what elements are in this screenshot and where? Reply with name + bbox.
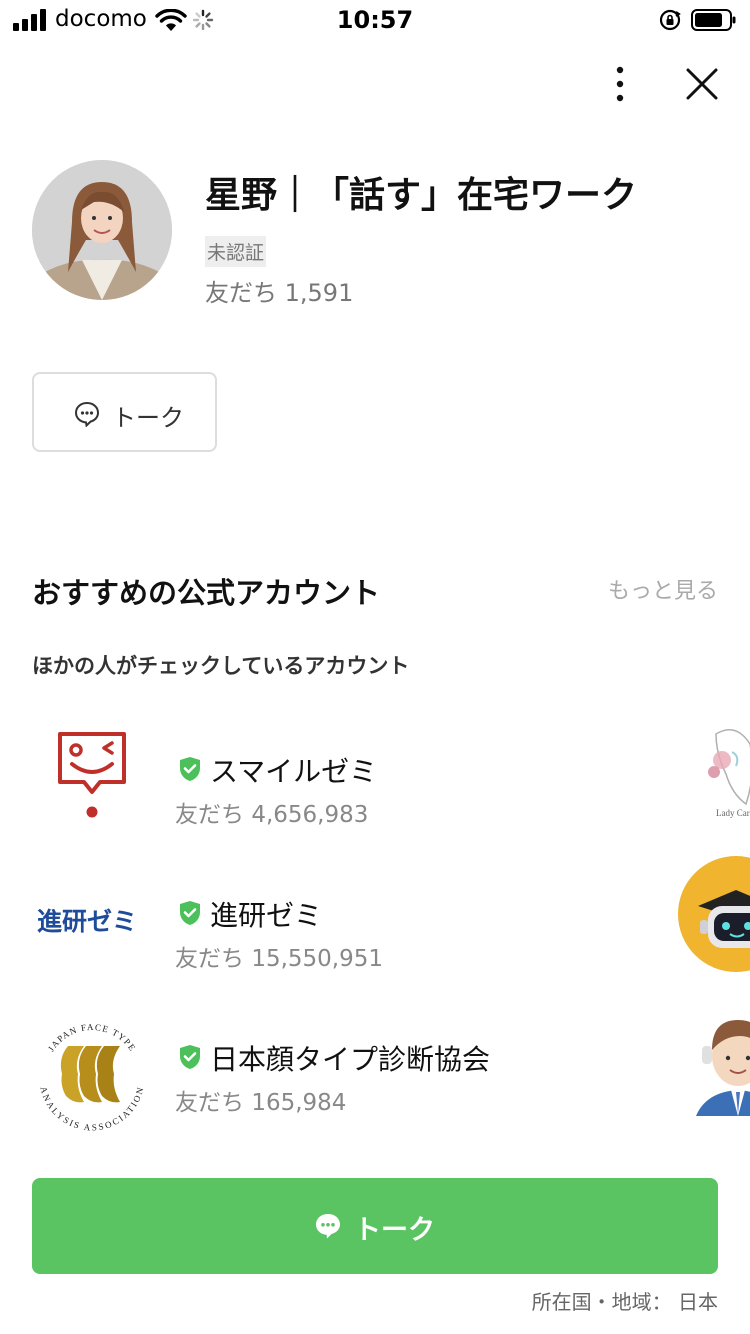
talk-button-label: トーク (354, 1215, 435, 1246)
man-illustration (678, 1000, 750, 1116)
shinken-logo-text: 進研ゼミ (37, 907, 138, 936)
shinken-zemi-logo: 進研ゼミ (32, 872, 152, 992)
close-button[interactable] (680, 62, 724, 106)
account-friends: 友だち 4,656,983 (175, 795, 368, 829)
close-icon (686, 68, 718, 100)
friends-count-value: 15,550,951 (251, 946, 384, 972)
account-item-shinken-zemi[interactable]: 進研ゼミ 進研ゼミ 友だち 15,550,951 (0, 872, 680, 1002)
profile-avatar (32, 160, 172, 300)
profile-name: 星野｜「話す」在宅ワーク (205, 175, 638, 216)
talk-button-label: トーク (112, 404, 184, 432)
profile-friends: 友だち 1,591 (205, 273, 353, 308)
friends-count-value: 4,656,983 (251, 802, 369, 828)
face-type-association-logo: JAPAN FACE TYPE ANALYSIS ASSOCIATION (38, 1022, 144, 1133)
friends-label: 友だち (175, 802, 244, 828)
account-name: 進研ゼミ (210, 899, 323, 932)
lady-illustration: Lady Car (676, 714, 750, 834)
friends-label: 友だち (205, 279, 277, 307)
talk-button-primary[interactable]: トーク (32, 1178, 718, 1274)
verified-shield-icon (180, 757, 200, 781)
friends-count-value: 1,591 (284, 279, 354, 307)
account-name: スマイルゼミ (210, 755, 378, 788)
see-more-link[interactable]: もっと見る (608, 573, 718, 605)
account-name: 日本顔タイプ診断協会 (210, 1043, 491, 1076)
more-options-button[interactable] (600, 62, 640, 106)
avatar-photo (32, 160, 172, 300)
friends-count-value: 165,984 (251, 1090, 347, 1116)
account-item-smile-zemi[interactable]: スマイルゼミ 友だち 4,656,983 (0, 728, 680, 858)
rotation-lock-icon (659, 9, 681, 31)
chat-bubble-icon (74, 401, 100, 427)
carousel-next-thumb-robot[interactable] (676, 856, 750, 976)
chat-bubble-icon (316, 1214, 340, 1239)
region-value: 日本 (678, 1290, 718, 1314)
verified-shield-icon (180, 1045, 200, 1069)
robot-avatar (678, 856, 750, 972)
region-label: 所在国・地域： (531, 1290, 672, 1314)
carousel-next-thumb-lady[interactable]: Lady Car (676, 714, 750, 834)
smile-zemi-logo (58, 732, 126, 818)
recommended-subtitle: ほかの人がチェックしているアカウント (32, 654, 410, 678)
recommended-accounts-title: おすすめの公式アカウント (32, 576, 381, 610)
talk-button-secondary[interactable]: トーク (32, 372, 217, 452)
account-item-face-type[interactable]: JAPAN FACE TYPE ANALYSIS ASSOCIATION 日本顔… (0, 1016, 680, 1146)
account-friends: 友だち 165,984 (175, 1083, 346, 1117)
region-info: 所在国・地域： 日本 (532, 1286, 718, 1315)
account-friends: 友だち 15,550,951 (175, 939, 383, 973)
status-time: 10:57 (336, 6, 414, 34)
verified-shield-icon (180, 901, 200, 925)
friends-label: 友だち (175, 1090, 244, 1116)
carousel-next-thumb-man[interactable] (676, 996, 750, 1116)
verification-status-badge: 未認証 (205, 236, 267, 267)
vertical-ellipsis-icon (616, 66, 624, 102)
lady-caption: Lady Car (716, 808, 750, 818)
battery-icon (691, 9, 736, 31)
status-bar: docomo 10:57 (0, 0, 750, 40)
friends-label: 友だち (175, 946, 244, 972)
